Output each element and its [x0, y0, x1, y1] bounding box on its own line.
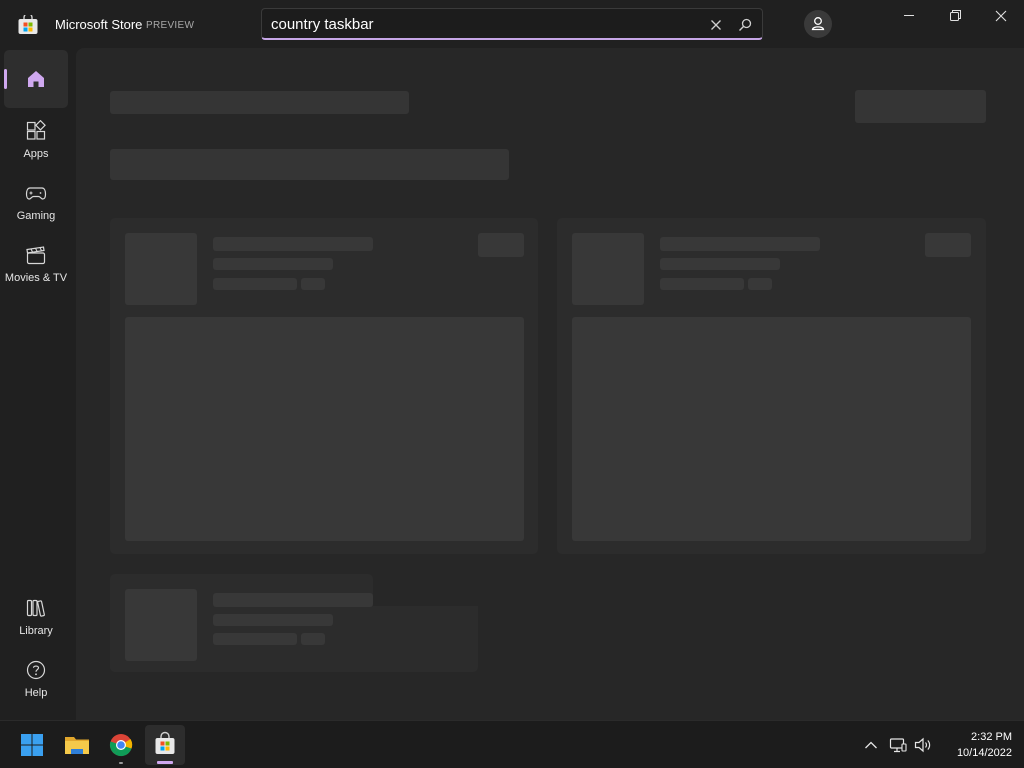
minimize-button[interactable]: [886, 0, 932, 32]
taskbar-clock[interactable]: 2:32 PM 10/14/2022: [940, 729, 1012, 761]
store-logo-icon: [18, 15, 38, 34]
running-indicator: [119, 762, 123, 764]
skeleton-button: [855, 90, 986, 123]
skeleton-hero-image: [572, 317, 971, 541]
skeleton-button: [478, 233, 524, 257]
nav-item-label: Apps: [23, 148, 49, 160]
home-icon: [28, 71, 44, 87]
restore-icon: [950, 10, 961, 21]
apps-icon: [26, 120, 46, 140]
minimize-icon: [904, 15, 914, 16]
skeleton-line: [213, 614, 333, 626]
skeleton-line: [213, 258, 333, 270]
skeleton-line: [748, 278, 772, 290]
nav-item-help[interactable]: Help: [4, 651, 68, 709]
taskbar: 2:32 PM 10/14/2022: [0, 720, 1024, 768]
content-area: [76, 48, 1024, 720]
search-box[interactable]: [261, 8, 763, 40]
app-title: Microsoft Store: [55, 17, 143, 32]
navigation-rail: Apps Gaming Movies & TV Library Help: [0, 48, 72, 720]
search-input[interactable]: [271, 14, 691, 34]
skeleton-line: [213, 633, 297, 645]
skeleton-line: [213, 593, 373, 607]
skeleton-title: [110, 91, 409, 114]
taskbar-file-explorer[interactable]: [57, 725, 97, 765]
skeleton-button: [925, 233, 971, 257]
skeleton-thumbnail: [125, 233, 197, 305]
clock-time: 2:32 PM: [971, 731, 1012, 743]
skeleton-line: [213, 278, 297, 290]
preview-badge: PREVIEW: [146, 20, 195, 31]
volume-icon[interactable]: [913, 735, 933, 755]
taskbar-microsoft-store[interactable]: [145, 725, 185, 765]
title-bar: Microsoft Store PREVIEW: [0, 0, 1024, 48]
skeleton-card: [110, 218, 538, 554]
skeleton-line: [213, 237, 373, 251]
account-button[interactable]: [804, 10, 832, 38]
nav-item-label: Help: [24, 687, 48, 699]
help-icon: [26, 660, 46, 680]
close-button[interactable]: [978, 0, 1024, 32]
nav-item-label: Gaming: [16, 210, 56, 222]
nav-item-label: Movies & TV: [4, 272, 68, 284]
restore-button[interactable]: [932, 0, 978, 32]
start-button[interactable]: [12, 725, 52, 765]
clock-date: 10/14/2022: [956, 747, 1012, 759]
microsoft-store-window: Microsoft Store PREVIEW country taskbar …: [0, 0, 1024, 720]
folder-icon: [65, 737, 89, 754]
skeleton-line: [660, 237, 820, 251]
skeleton-card: [557, 218, 986, 554]
selection-indicator: [4, 69, 7, 89]
skeleton-thumbnail: [125, 589, 197, 661]
search-icon[interactable]: [735, 15, 755, 35]
skeleton-line: [301, 633, 325, 645]
nav-item-library[interactable]: Library: [4, 589, 68, 647]
windows-start-icon: [21, 734, 43, 756]
chevron-up-icon[interactable]: [861, 735, 881, 755]
skeleton-subtitle: [110, 149, 509, 180]
gamepad-icon: [25, 187, 47, 200]
person-icon: [811, 17, 825, 31]
clapperboard-icon: [26, 246, 46, 265]
library-icon: [26, 599, 45, 617]
nav-item-label: Library: [19, 625, 53, 637]
store-icon: [155, 731, 175, 754]
skeleton-line: [301, 278, 325, 290]
chrome-icon: [109, 734, 133, 757]
close-icon: [995, 10, 1007, 22]
skeleton-thumbnail: [572, 233, 644, 305]
close-icon[interactable]: [706, 15, 726, 35]
skeleton-hero-image: [125, 317, 524, 541]
nav-item-gaming[interactable]: Gaming: [4, 174, 68, 232]
skeleton-line: [660, 258, 780, 270]
active-indicator: [157, 761, 173, 764]
nav-item-movies-tv[interactable]: Movies & TV: [4, 236, 68, 294]
nav-item-home[interactable]: [4, 50, 68, 108]
network-icon[interactable]: [888, 735, 908, 755]
taskbar-chrome[interactable]: [101, 725, 141, 765]
skeleton-line: [660, 278, 744, 290]
nav-item-apps[interactable]: Apps: [4, 112, 68, 170]
